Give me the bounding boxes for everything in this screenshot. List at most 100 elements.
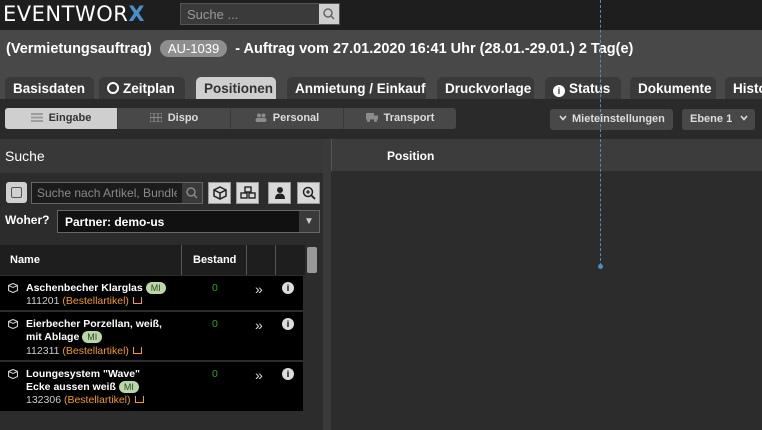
global-search-button[interactable] [319, 4, 339, 24]
cart-icon [134, 396, 144, 403]
order-title: (Vermietungsauftrag) AU-1039 - Auftrag v… [6, 40, 633, 57]
tab-historie[interactable]: Historie [725, 77, 762, 99]
search-panel-title: Suche [5, 148, 45, 164]
tab-status[interactable]: i Status [545, 77, 621, 99]
mode-transport[interactable]: Transport [344, 108, 456, 129]
order-header: (Vermietungsauftrag) AU-1039 - Auftrag v… [0, 30, 762, 72]
tab-positionen[interactable]: Positionen [196, 77, 276, 99]
mode-dispo[interactable]: Dispo [118, 108, 231, 129]
global-search-input[interactable] [181, 4, 319, 24]
add-item-icon[interactable]: » [255, 317, 263, 333]
list-item[interactable]: Aschenbecher Klarglas MI 111201 (Bestella… [0, 276, 303, 310]
tab-dokumente[interactable]: Dokumente [630, 77, 716, 99]
add-item-icon[interactable]: » [255, 281, 263, 297]
column-divider [181, 245, 182, 275]
article-filter-button[interactable] [208, 182, 231, 204]
tab-anmietung-einkauf[interactable]: Anmietung / Einkauf [287, 77, 426, 99]
tab-basisdaten[interactable]: Basisdaten [5, 77, 94, 99]
article-search-input[interactable] [32, 183, 182, 203]
level-label: Ebene 1 [690, 113, 733, 125]
source-select[interactable]: Partner: demo-us ▼ [57, 210, 320, 233]
logo-x: X [128, 2, 146, 26]
app-logo[interactable]: EVENTWORX [3, 2, 145, 26]
column-position[interactable]: Position [387, 149, 434, 163]
tab-label: Status [569, 81, 611, 96]
rent-settings-label: Mieteinstellungen [572, 113, 665, 125]
filter-icon [11, 187, 22, 198]
list-icon [30, 113, 43, 122]
mode-eingabe[interactable]: Eingabe [5, 108, 118, 129]
column-divider [246, 245, 247, 275]
scrollbar-thumb[interactable] [307, 247, 317, 273]
tab-label: Anmietung / Einkauf [295, 81, 426, 96]
mode-switcher: Eingabe Dispo Personal Transport [5, 108, 456, 129]
item-code: 132306 (Bestellartikel) [26, 394, 144, 406]
chevron-down-icon [740, 115, 748, 121]
info-icon[interactable]: i [282, 282, 294, 294]
chevron-down-icon: ▼ [299, 211, 319, 232]
panel-splitter[interactable] [323, 139, 331, 430]
tab-label: Druckvorlage [445, 81, 532, 96]
positions-panel: Position [331, 139, 762, 430]
list-item[interactable]: Loungesystem "Wave" Ecke aussen weiß MI 1… [0, 362, 303, 411]
cube-icon [8, 283, 18, 293]
search-panel-header: Suche [0, 139, 323, 173]
users-icon [255, 113, 267, 122]
rent-settings-button[interactable]: Mieteinstellungen [550, 109, 673, 130]
zoom-in-icon [302, 186, 316, 200]
item-badge: MI [145, 282, 166, 294]
logo-text: EVENTWOR [3, 2, 129, 26]
column-name[interactable]: Name [10, 254, 40, 266]
item-order-tag: (Bestellartikel) [62, 345, 129, 357]
filter-toggle-button[interactable] [6, 182, 27, 203]
list-item[interactable]: Eierbecher Porzellan, weiß, mit Ablage MI… [0, 312, 303, 360]
main-tabs: Basisdaten Zeitplan Positionen Anmietung… [0, 72, 762, 99]
level-dropdown[interactable]: Ebene 1 [682, 109, 755, 130]
search-icon [186, 187, 198, 199]
grid-icon [149, 113, 162, 122]
mode-label: Personal [272, 112, 320, 124]
tab-druckvorlage[interactable]: Druckvorlage [437, 77, 534, 99]
item-name: Loungesystem "Wave" Ecke aussen weiß MI [26, 368, 166, 394]
search-icon [323, 8, 335, 20]
order-number-badge: AU-1039 [159, 40, 228, 57]
info-icon: i [553, 85, 565, 97]
person-filter-button[interactable] [268, 182, 291, 204]
top-bar: EVENTWORX [0, 0, 762, 30]
item-order-tag: (Bestellartikel) [62, 295, 129, 307]
cube-icon [8, 369, 18, 379]
item-code-text: 111201 [26, 295, 60, 307]
drag-guide-handle[interactable] [598, 264, 603, 269]
drag-guide-line [600, 0, 601, 266]
clock-icon [107, 82, 119, 94]
chevron-down-icon [559, 115, 567, 121]
tab-zeitplan[interactable]: Zeitplan [99, 77, 185, 99]
source-select-value: Partner: demo-us [65, 215, 165, 229]
source-label: Woher? [5, 213, 50, 227]
column-stock[interactable]: Bestand [193, 254, 236, 266]
item-stock: 0 [212, 318, 218, 330]
item-stock: 0 [212, 368, 218, 380]
item-code: 112311 (Bestellartikel) [26, 345, 142, 357]
zoom-search-button[interactable] [297, 182, 320, 204]
user-icon [274, 187, 285, 199]
tab-label: Basisdaten [13, 81, 86, 96]
info-icon[interactable]: i [282, 368, 294, 380]
order-type: (Vermietungsauftrag) [6, 41, 152, 57]
results-scrollbar[interactable] [305, 245, 319, 430]
mode-label: Dispo [167, 112, 199, 124]
cart-icon [132, 347, 142, 354]
results-table-header: Name Bestand [0, 245, 305, 275]
article-search-button[interactable] [182, 183, 202, 203]
article-search [31, 182, 203, 204]
column-divider [275, 245, 276, 275]
info-icon[interactable]: i [282, 318, 294, 330]
cubes-icon [239, 186, 256, 199]
mode-personal[interactable]: Personal [231, 108, 344, 129]
add-item-icon[interactable]: » [255, 367, 263, 383]
cube-icon [8, 319, 18, 329]
global-search [180, 3, 340, 25]
bundle-filter-button[interactable] [236, 182, 259, 204]
mode-label: Eingabe [48, 112, 92, 124]
item-code-text: 132306 [26, 394, 62, 406]
